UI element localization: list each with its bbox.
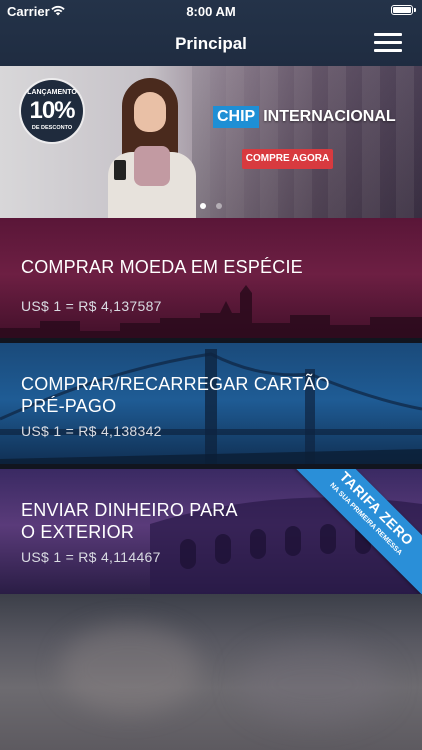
discount-badge: LANÇAMENTO 10% DE DESCONTO [21, 80, 83, 142]
app-screen: Carrier 8:00 AM Principal LANÇAMENTO 10%… [0, 0, 422, 750]
battery-icon [391, 5, 416, 15]
badge-discount-label: DE DESCONTO [31, 125, 73, 131]
carousel-pagination[interactable] [0, 196, 422, 214]
card-title: COMPRAR MOEDA EM ESPÉCIE [21, 257, 303, 277]
buy-cash-currency-card[interactable]: COMPRAR MOEDA EM ESPÉCIE US$ 1 = R$ 4,13… [0, 218, 422, 343]
hamburger-menu-icon[interactable] [374, 33, 402, 53]
page-title: Principal [175, 34, 247, 53]
prepaid-card-card[interactable]: COMPRAR/RECARREGAR CARTÃO PRÉ-PAGO US$ 1… [0, 343, 422, 469]
menu-bar [374, 33, 402, 36]
card-title: COMPRAR/RECARREGAR CARTÃO PRÉ-PAGO [21, 374, 330, 416]
chip-internacional-logo: CHIP INTERNACIONAL [213, 106, 400, 128]
top-bar: Carrier 8:00 AM Principal [0, 0, 422, 66]
pagination-dot[interactable] [216, 203, 223, 209]
menu-bar [374, 49, 402, 52]
exchange-rate: US$ 1 = R$ 4,114467 [21, 549, 161, 565]
logo-international-text: INTERNACIONAL [263, 108, 396, 125]
badge-percent: 10% [29, 97, 75, 124]
promo-banner[interactable]: LANÇAMENTO 10% DE DESCONTO CHIP INTERNAC… [0, 66, 422, 218]
badge-launch-label: LANÇAMENTO [27, 89, 77, 96]
logo-chip-text: CHIP [213, 106, 260, 128]
exchange-rate: US$ 1 = R$ 4,138342 [21, 423, 162, 439]
status-bar: Carrier 8:00 AM [0, 0, 422, 22]
buy-now-button[interactable]: COMPRE AGORA [242, 149, 333, 169]
phone-icon [114, 160, 126, 180]
pagination-dot[interactable] [199, 203, 206, 209]
send-money-abroad-card[interactable]: ENVIAR DINHEIRO PARA O EXTERIOR US$ 1 = … [0, 469, 422, 594]
card-title: ENVIAR DINHEIRO PARA O EXTERIOR [21, 500, 237, 542]
menu-bar [374, 41, 402, 44]
blurred-background [0, 594, 422, 750]
clock: 8:00 AM [186, 4, 236, 19]
exchange-rate: US$ 1 = R$ 4,137587 [21, 298, 162, 314]
